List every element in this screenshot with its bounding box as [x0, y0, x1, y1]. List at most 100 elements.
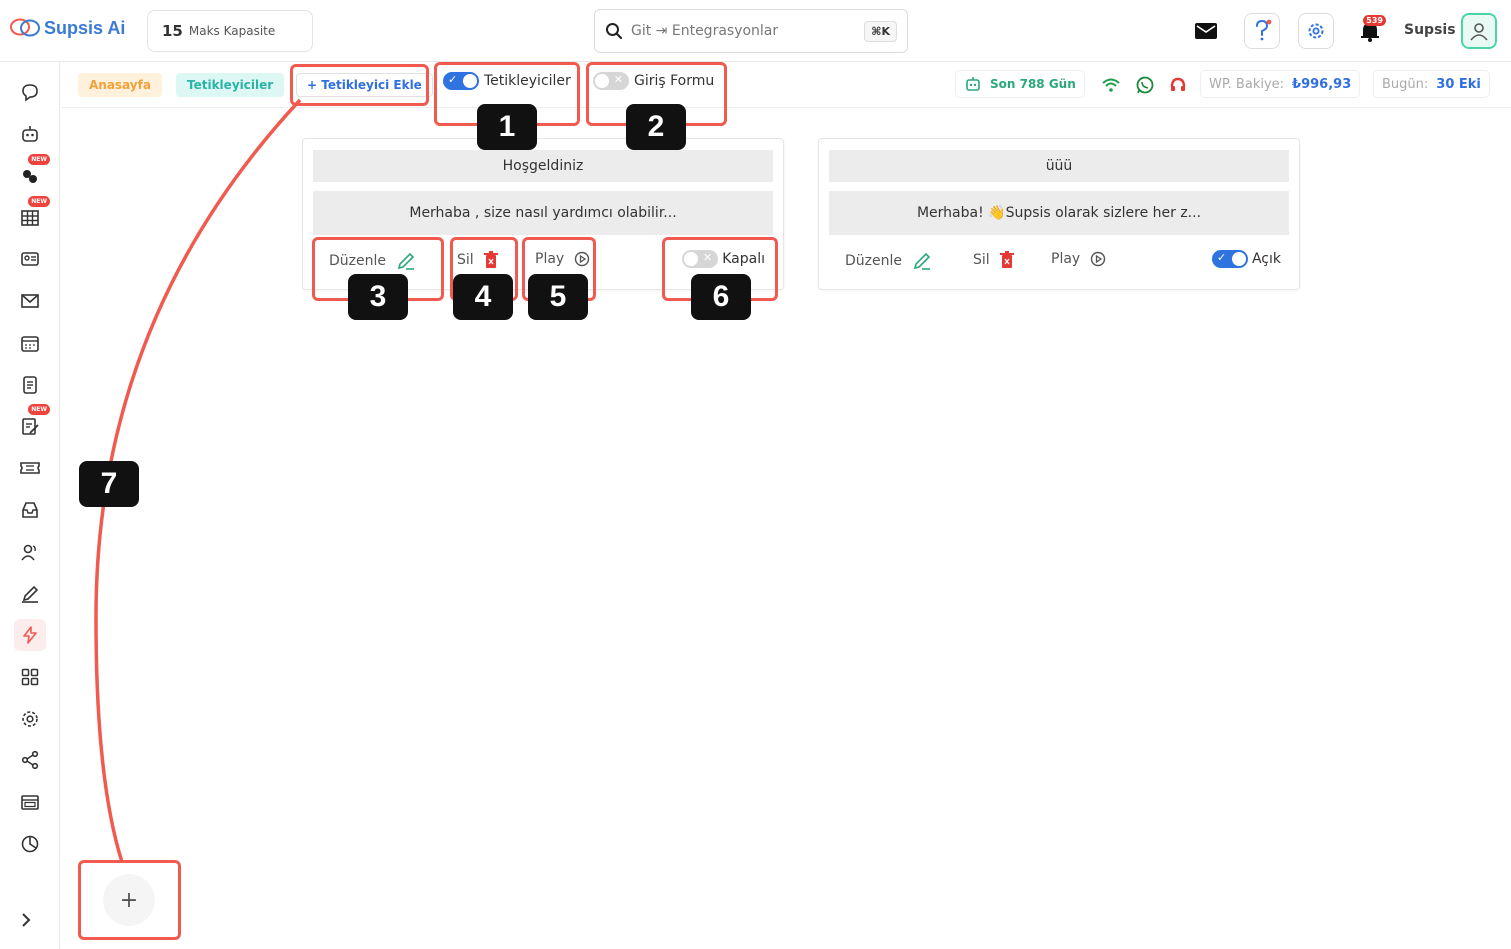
sidebar-item-team[interactable]: NEW	[14, 154, 50, 192]
sidebar-item-triggers[interactable]	[14, 619, 46, 651]
play-label: Play	[1051, 251, 1081, 267]
table-new-icon	[21, 210, 39, 226]
mail-icon	[1195, 23, 1217, 39]
toggle-switch[interactable]: ✓	[1211, 250, 1248, 268]
sidebar-item-contacts[interactable]	[14, 243, 46, 275]
new-badge: NEW	[28, 404, 50, 415]
question-icon	[1256, 19, 1272, 41]
mail-button[interactable]	[1188, 13, 1224, 49]
settings-button[interactable]	[1298, 13, 1334, 49]
pencil-icon	[913, 252, 931, 270]
delete-label: Sil	[973, 252, 990, 268]
capacity-widget: 15 Maks Kapasite	[147, 10, 313, 52]
sidebar-item-calendar[interactable]	[14, 327, 46, 359]
trigger-title: üüü	[829, 150, 1289, 182]
avatar[interactable]	[1461, 13, 1497, 49]
connection-status	[1100, 74, 1122, 96]
contact-card-icon	[21, 252, 39, 266]
search-text: Git ⇥ Entegrasyonlar	[631, 23, 779, 39]
headset-icon	[1170, 77, 1186, 91]
annotation-7: 7	[79, 461, 139, 507]
brand-name: Supsis Ai	[44, 17, 126, 38]
edit-label: Düzenle	[845, 253, 902, 269]
gear-icon	[1308, 23, 1324, 39]
toggle-label: Açık	[1251, 251, 1281, 267]
chevron-right-icon	[22, 913, 31, 927]
brand-logo[interactable]: Supsis Ai	[10, 17, 125, 39]
sidebar-item-bot[interactable]	[14, 118, 46, 150]
capacity-value: 15	[162, 22, 183, 40]
whatsapp-icon	[1136, 76, 1154, 94]
chat-bubbles-logo-icon	[10, 18, 40, 37]
search-icon	[606, 23, 623, 40]
annotation-4: 4	[453, 274, 513, 320]
sidebar-item-signature[interactable]	[14, 578, 46, 610]
alert-status[interactable]	[1167, 74, 1189, 96]
search-shortcut: ⌘K	[864, 20, 897, 42]
sidebar-item-settings[interactable]	[14, 703, 46, 735]
play-button[interactable]: Play	[1051, 251, 1106, 267]
trigger-actions: Düzenle Sil Play ✓ Açık	[819, 247, 1301, 277]
pie-chart-icon	[21, 835, 39, 853]
sidebar-item-reports[interactable]	[14, 828, 46, 860]
bot-icon	[22, 126, 38, 142]
ticket-icon	[20, 462, 40, 474]
pen-icon	[22, 585, 39, 603]
users-icon	[21, 544, 36, 561]
whatsapp-status[interactable]	[1134, 74, 1156, 96]
breadcrumb-home[interactable]: Anasayfa	[78, 73, 162, 97]
highlight-add-trigger	[290, 64, 429, 106]
annotation-2: 2	[626, 104, 686, 150]
sidebar-item-tickets[interactable]	[14, 452, 46, 484]
gear-icon	[22, 711, 38, 727]
chat-icon	[22, 84, 38, 102]
delete-button[interactable]: Sil	[973, 251, 1014, 269]
help-button[interactable]	[1244, 13, 1280, 49]
sidebar-item-table[interactable]: NEW	[14, 196, 50, 234]
annotation-6: 6	[691, 274, 751, 320]
sidebar-item-apps[interactable]	[14, 661, 46, 693]
highlight-floating-add	[78, 860, 181, 940]
active-days-status: Son 788 Gün	[955, 70, 1085, 98]
sidebar-item-inbox[interactable]	[14, 494, 46, 526]
wifi-icon	[1102, 78, 1120, 92]
new-badge: NEW	[28, 154, 50, 165]
notification-count-badge: 539	[1363, 15, 1386, 26]
edit-doc-new-icon	[22, 418, 39, 435]
edit-button[interactable]: Düzenle	[845, 251, 932, 271]
enable-toggle[interactable]: ✓ Açık	[1211, 250, 1281, 268]
sidebar-item-share[interactable]	[14, 744, 46, 776]
sidebar-item-chat[interactable]	[14, 76, 46, 108]
browser-icon	[21, 795, 39, 810]
active-days-text: Son 788 Gün	[990, 77, 1076, 91]
notifications-button[interactable]: 539	[1352, 13, 1388, 49]
wp-balance-label: WP. Bakiye:	[1209, 76, 1285, 92]
sidebar-item-users[interactable]	[14, 536, 46, 568]
sidebar-expand-button[interactable]	[20, 912, 32, 933]
wp-balance: WP. Bakiye: ₺996,93	[1200, 70, 1361, 98]
inbox-icon	[22, 502, 38, 518]
search-input[interactable]: Git ⇥ Entegrasyonlar ⌘K	[594, 9, 908, 53]
wp-balance-value: ₺996,93	[1292, 76, 1352, 92]
mail-icon	[21, 294, 39, 308]
user-avatar-icon	[1470, 23, 1488, 41]
trash-icon	[999, 251, 1014, 268]
breadcrumb-current[interactable]: Tetikleyiciler	[176, 73, 285, 97]
notes-icon	[23, 376, 37, 394]
today-label: Bugün:	[1382, 76, 1429, 92]
trigger-message: Merhaba! 👋Supsis olarak sizlere her z...	[829, 191, 1289, 235]
share-icon	[21, 750, 39, 770]
play-circle-icon	[1091, 251, 1106, 267]
robot-icon	[966, 77, 980, 91]
user-name[interactable]: Supsis	[1404, 22, 1456, 38]
today-value: 30 Eki	[1436, 76, 1481, 92]
new-badge: NEW	[28, 196, 50, 207]
today-date: Bugün: 30 Eki	[1373, 70, 1490, 98]
sidebar-item-browser[interactable]	[14, 786, 46, 818]
sidebar-item-forms[interactable]: NEW	[14, 404, 50, 442]
annotation-3: 3	[348, 274, 408, 320]
annotation-5: 5	[528, 274, 588, 320]
sidebar-item-notes[interactable]	[14, 369, 46, 401]
sidebar-item-mail[interactable]	[14, 285, 46, 317]
trigger-title: Hoşgeldiniz	[313, 150, 773, 182]
